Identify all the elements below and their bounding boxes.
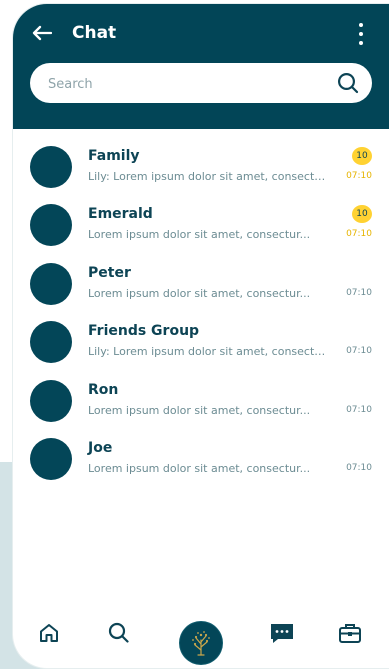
home-icon	[40, 624, 58, 642]
chat-time: 07:10	[346, 462, 372, 473]
chat-name: Joe	[88, 439, 113, 456]
chat-time: 07:10	[346, 171, 372, 181]
chat-row[interactable]: Joe Lorem ipsum dolor sit amet, consectu…	[13, 432, 389, 490]
chat-time: 07:10	[346, 229, 372, 240]
back-button[interactable]	[29, 22, 55, 44]
search-input[interactable]	[46, 63, 320, 105]
chat-row[interactable]: Ron Lorem ipsum dolor sit amet, consectu…	[13, 374, 389, 432]
nav-home-button[interactable]	[36, 620, 62, 646]
nav-center-button[interactable]	[180, 622, 222, 664]
chat-list: Family Lily: Lorem ipsum dolor sit amet,…	[13, 140, 389, 490]
app-header: Chat	[13, 4, 389, 129]
nav-chat-button[interactable]	[269, 620, 295, 646]
unread-badge: 10	[352, 205, 372, 224]
chat-bubble-icon	[271, 624, 293, 643]
chat-name: Family	[88, 148, 140, 164]
more-vertical-icon	[359, 23, 363, 27]
chat-time: 07:10	[346, 346, 372, 357]
chat-preview: Lorem ipsum dolor sit amet, consectur...	[88, 403, 311, 417]
arrow-left-icon	[32, 25, 52, 41]
chat-preview: Lorem ipsum dolor sit amet, consectur...	[88, 228, 311, 242]
search-icon[interactable]	[337, 72, 359, 94]
nav-briefcase-button[interactable]	[337, 620, 363, 646]
page-title: Chat	[72, 23, 117, 43]
search-icon	[108, 622, 129, 643]
chat-row[interactable]: Friends Group Lily: Lorem ipsum dolor si…	[13, 315, 389, 373]
bottom-nav	[13, 608, 389, 668]
chat-time: 07:10	[346, 287, 372, 298]
avatar[interactable]	[30, 437, 72, 480]
avatar[interactable]	[30, 262, 72, 305]
chat-time: 07:10	[346, 404, 372, 415]
screen: Chat Family Lily: Lorem ipsum dolor sit …	[0, 0, 389, 669]
avatar[interactable]	[30, 204, 72, 247]
phone-frame: Chat Family Lily: Lorem ipsum dolor sit …	[13, 4, 389, 668]
chat-row[interactable]: Emerald Lorem ipsum dolor sit amet, cons…	[13, 198, 389, 256]
chat-preview: Lorem ipsum dolor sit amet, consectur...	[88, 461, 311, 475]
more-options-button[interactable]	[355, 23, 367, 45]
briefcase-icon	[339, 624, 361, 643]
chat-name: Ron	[88, 381, 119, 398]
avatar[interactable]	[30, 379, 72, 422]
chat-preview: Lily: Lorem ipsum dolor sit amet, consec…	[88, 345, 328, 359]
tree-logo-icon	[192, 631, 210, 656]
chat-preview: Lily: Lorem ipsum dolor sit amet, consec…	[88, 170, 328, 183]
avatar[interactable]	[30, 146, 72, 188]
chat-name: Peter	[88, 264, 131, 281]
chat-name: Emerald	[88, 206, 153, 223]
chat-name: Friends Group	[88, 323, 200, 340]
unread-badge: 10	[352, 147, 372, 165]
search-bar	[30, 63, 372, 105]
avatar[interactable]	[30, 321, 72, 364]
chat-preview: Lorem ipsum dolor sit amet, consectur...	[88, 286, 311, 300]
nav-search-button[interactable]	[106, 620, 132, 646]
chat-row[interactable]: Peter Lorem ipsum dolor sit amet, consec…	[13, 257, 389, 315]
chat-row[interactable]: Family Lily: Lorem ipsum dolor sit amet,…	[13, 140, 389, 198]
